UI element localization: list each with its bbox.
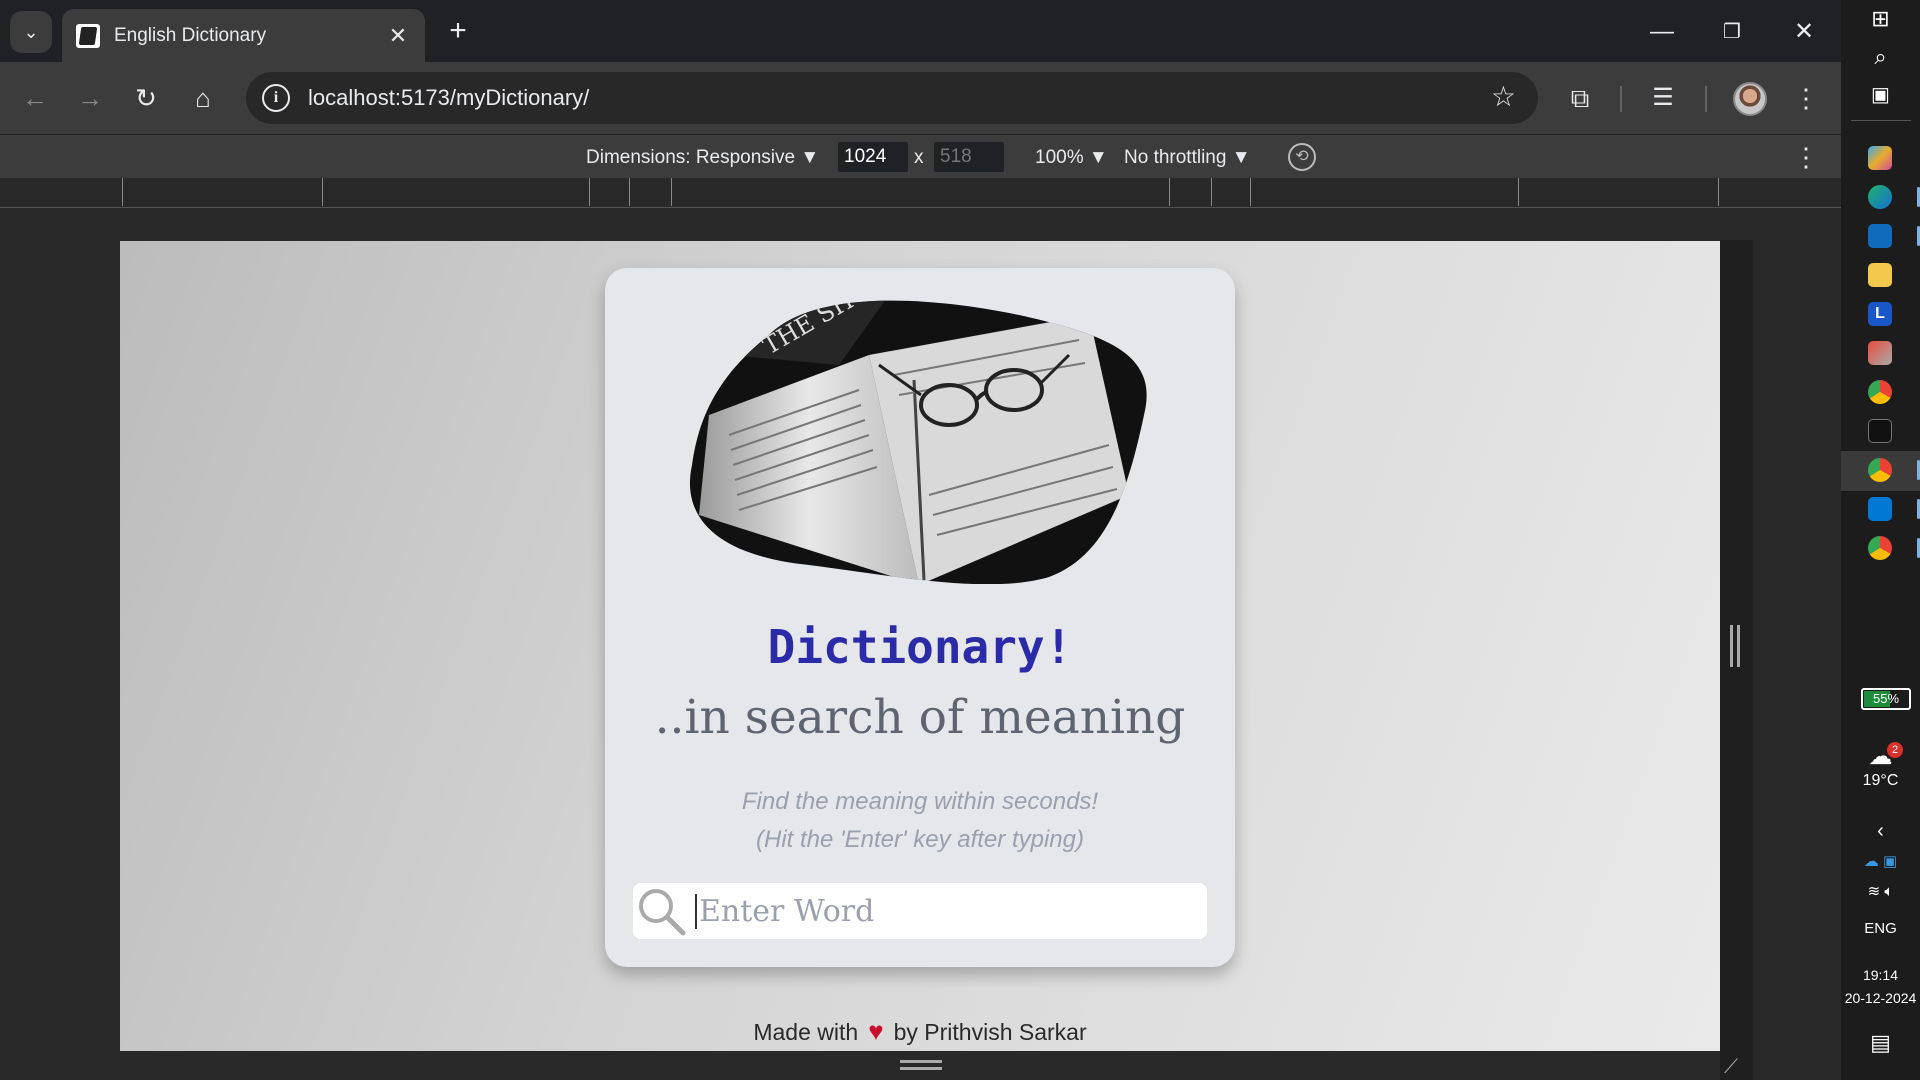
bookmark-star-icon[interactable]: ☆ — [1491, 80, 1516, 113]
search-icon — [635, 885, 687, 937]
restore-icon[interactable]: ❐ — [1712, 12, 1752, 52]
search-input[interactable] — [695, 893, 1175, 929]
height-input[interactable]: 518 — [934, 142, 1004, 172]
footer-prefix: Made with — [753, 1019, 859, 1045]
open-book-image: THE SHORTER — [689, 300, 1147, 584]
address-bar[interactable]: i localhost:5173/myDictionary/ ☆ — [246, 72, 1538, 124]
search-taskbar-icon[interactable]: ⌕ — [1841, 44, 1920, 70]
task-view-icon[interactable]: ▣ — [1841, 82, 1920, 107]
new-tab-button[interactable]: + — [440, 14, 476, 50]
corner-resize-icon[interactable]: ⟋ — [1724, 1056, 1738, 1079]
browser-toolbar: ← → ↻ ⌂ i localhost:5173/myDictionary/ ☆… — [0, 62, 1841, 134]
l-app-icon[interactable]: L — [1868, 302, 1892, 326]
zoom-dropdown[interactable]: 100% ▼ — [1035, 147, 1108, 169]
vscode-icon[interactable] — [1868, 497, 1892, 521]
file-explorer-icon[interactable] — [1868, 263, 1892, 287]
minimize-icon[interactable]: — — [1642, 12, 1682, 52]
app-title: Dictionary! — [767, 620, 1073, 674]
toolbar-separator — [1705, 86, 1707, 112]
reading-list-icon[interactable]: ☰ — [1643, 78, 1683, 118]
extensions-icon[interactable]: ⧉ — [1560, 78, 1600, 118]
dimensions-dropdown[interactable]: Dimensions: Responsive ▼ — [586, 147, 819, 169]
home-icon[interactable]: ⌂ — [183, 78, 223, 118]
copilot-icon[interactable] — [1868, 146, 1892, 170]
footer-suffix: by Prithvish Sarkar — [893, 1019, 1087, 1045]
show-hidden-icons-icon[interactable]: ‹ — [1841, 820, 1920, 843]
device-menu-dots-icon[interactable]: ⋮ — [1786, 137, 1826, 177]
back-icon[interactable]: ← — [15, 78, 55, 118]
dimension-separator: x — [914, 147, 924, 168]
media-query-ruler — [0, 178, 1841, 208]
profile-avatar[interactable] — [1733, 82, 1767, 116]
windows-start-icon[interactable]: ⊞ — [1841, 6, 1920, 32]
tab-title: English Dictionary — [114, 24, 267, 46]
app-icon[interactable] — [1868, 341, 1892, 365]
notifications-icon[interactable]: ▤ — [1841, 1030, 1920, 1056]
hint-line-2: (Hit the 'Enter' key after typing) — [756, 826, 1084, 853]
footer-credit: Made with ♥ by Prithvish Sarkar — [120, 1016, 1720, 1047]
search-box — [633, 883, 1207, 939]
weather-icon[interactable]: ☁ — [1841, 742, 1920, 771]
tab-english-dictionary[interactable]: English Dictionary ✕ — [62, 9, 425, 62]
tab-strip: ⌄ English Dictionary ✕ + — ❐ ✕ — [0, 0, 1841, 62]
chrome-profile-icon[interactable] — [1868, 536, 1892, 560]
chevron-down-icon: ⌄ — [23, 21, 39, 42]
book-icon — [76, 23, 100, 48]
terminal-icon[interactable] — [1868, 419, 1892, 443]
wifi-volume-icon[interactable]: ≋ 🔈︎ — [1841, 882, 1920, 900]
windows-taskbar: ⊞ ⌕ ▣ L 55% ☁ 2 19°C ‹ ☁ ▣ ≋ 🔈︎ ENG 19:1… — [1841, 0, 1920, 1080]
clock-time[interactable]: 19:14 — [1841, 967, 1920, 983]
width-resize-handle[interactable] — [1730, 625, 1740, 667]
clock-date[interactable]: 20-12-2024 — [1841, 990, 1920, 1006]
toolbar-separator — [1620, 86, 1622, 112]
reload-icon[interactable]: ↻ — [126, 78, 166, 118]
weather-badge: 2 — [1887, 742, 1903, 758]
chrome-icon[interactable] — [1868, 380, 1892, 404]
close-window-icon[interactable]: ✕ — [1784, 12, 1824, 52]
edge-icon[interactable] — [1868, 185, 1892, 209]
close-tab-icon[interactable]: ✕ — [385, 23, 411, 49]
app-tagline: ..in search of meaning — [654, 690, 1186, 745]
outlook-icon[interactable] — [1868, 224, 1892, 248]
url-text[interactable]: localhost:5173/myDictionary/ — [308, 85, 589, 111]
tab-search-button[interactable]: ⌄ — [10, 11, 52, 53]
throttling-dropdown[interactable]: No throttling ▼ — [1124, 147, 1251, 169]
battery-indicator[interactable]: 55% — [1861, 688, 1911, 710]
dictionary-card: THE SHORTER Dictionary! ..in search of m… — [605, 268, 1235, 967]
language-indicator[interactable]: ENG — [1841, 920, 1920, 937]
hint-line-1: Find the meaning within seconds! — [741, 788, 1099, 815]
menu-dots-icon[interactable]: ⋮ — [1786, 78, 1826, 118]
page-viewport: THE SHORTER Dictionary! ..in search of m… — [120, 241, 1720, 1051]
browser-window: ⌄ English Dictionary ✕ + — ❐ ✕ ← → ↻ ⌂ i… — [0, 0, 1841, 1080]
rotate-icon[interactable]: ⟲ — [1288, 143, 1316, 171]
temperature: 19°C — [1862, 772, 1899, 789]
site-info-icon[interactable]: i — [262, 84, 290, 112]
onedrive-icon[interactable]: ☁ ▣ — [1841, 852, 1920, 870]
width-input[interactable]: 1024 — [838, 142, 908, 172]
height-resize-handle[interactable] — [900, 1060, 942, 1070]
chrome-active-icon[interactable] — [1868, 458, 1892, 482]
device-toolbar: Dimensions: Responsive ▼ 1024 x 518 100%… — [0, 134, 1841, 178]
forward-icon[interactable]: → — [70, 78, 110, 118]
heart-icon: ♥ — [868, 1016, 884, 1046]
